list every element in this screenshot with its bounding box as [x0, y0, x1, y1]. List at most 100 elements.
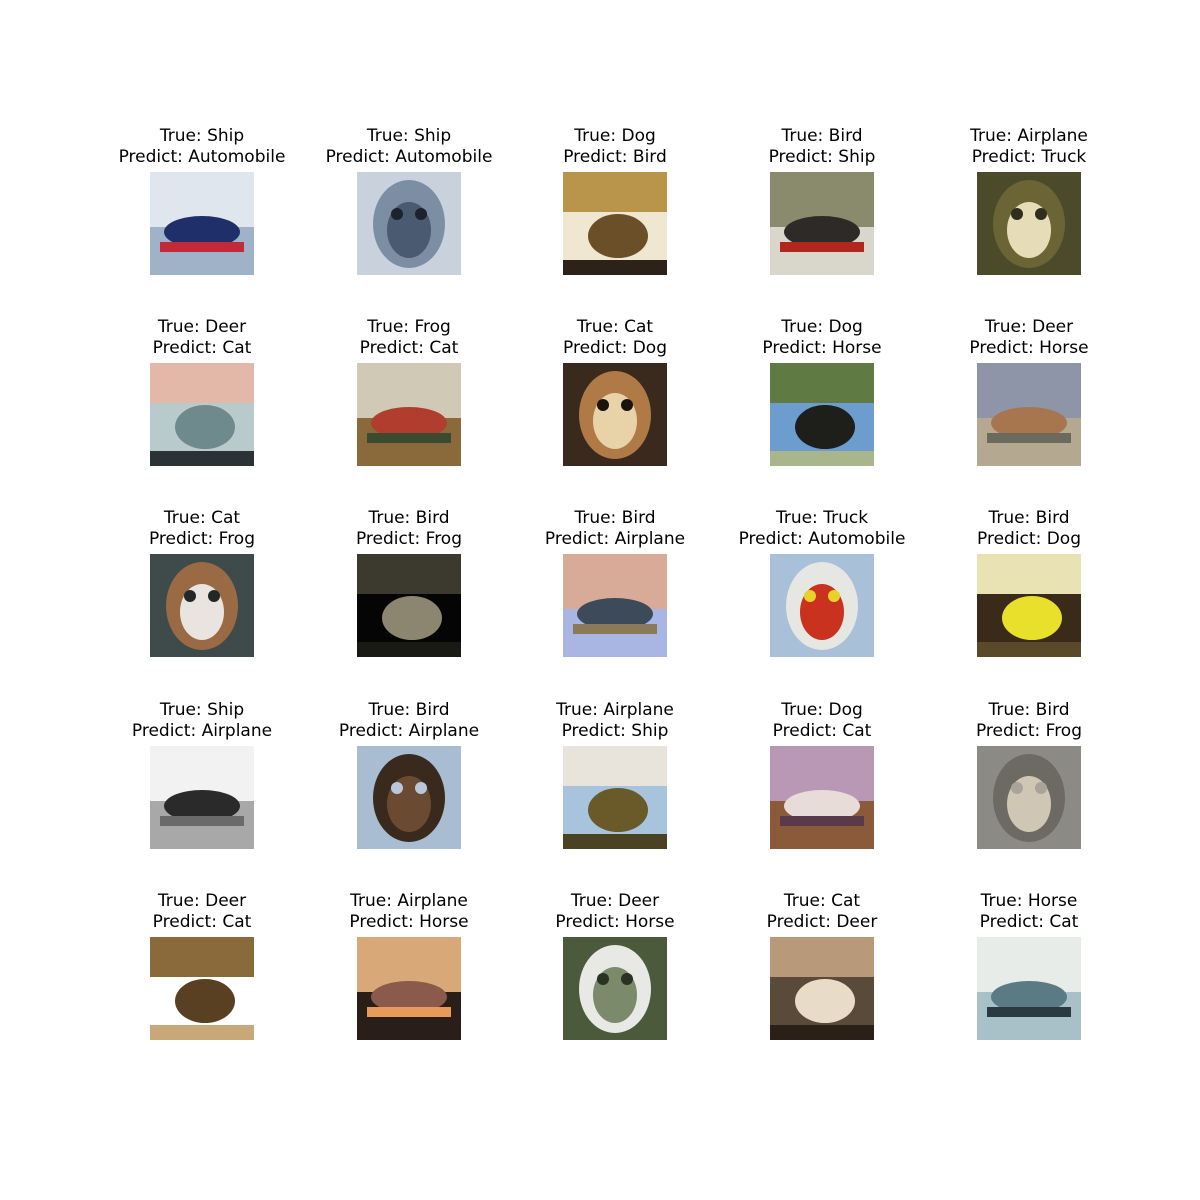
predict-label: Predict: Horse — [555, 912, 675, 932]
cell-caption: True: Deer Predict: Cat — [82, 891, 322, 933]
predict-label: Predict: Horse — [969, 338, 1089, 358]
dog-photo — [563, 172, 667, 275]
bird-photo — [977, 746, 1081, 849]
ship-photo — [357, 172, 461, 275]
true-label: True: Bird — [988, 700, 1070, 720]
predict-label: Predict: Dog — [563, 338, 667, 358]
bird-photo — [563, 554, 667, 657]
true-label: True: Bird — [988, 508, 1070, 528]
true-label: True: Cat — [163, 508, 241, 528]
true-label: True: Dog — [781, 700, 863, 720]
predict-label: Predict: Automobile — [118, 147, 286, 167]
true-label: True: Airplane — [970, 126, 1088, 146]
cat-photo — [770, 937, 874, 1040]
cell-caption: True: Bird Predict: Airplane — [289, 700, 529, 742]
cell-caption: True: Horse Predict: Cat — [909, 891, 1149, 933]
bird-photo — [357, 746, 461, 849]
cell-caption: True: Dog Predict: Cat — [702, 700, 942, 742]
dog-photo — [770, 746, 874, 849]
cell-caption: True: Airplane Predict: Ship — [495, 700, 735, 742]
true-label: True: Deer — [984, 317, 1074, 337]
true-label: True: Bird — [781, 126, 863, 146]
airplane-photo — [563, 746, 667, 849]
predict-label: Predict: Frog — [355, 529, 463, 549]
predict-label: Predict: Cat — [772, 721, 872, 741]
cell-caption: True: Bird Predict: Frog — [909, 700, 1149, 742]
cell-caption: True: Bird Predict: Airplane — [495, 508, 735, 550]
predict-label: Predict: Automobile — [738, 529, 906, 549]
horse-photo — [977, 937, 1081, 1040]
deer-photo — [977, 363, 1081, 466]
predict-label: Predict: Bird — [563, 147, 667, 167]
cat-photo — [563, 363, 667, 466]
predict-label: Predict: Ship — [768, 147, 876, 167]
predict-label: Predict: Cat — [152, 338, 252, 358]
predict-label: Predict: Cat — [152, 912, 252, 932]
cell-caption: True: Dog Predict: Horse — [702, 317, 942, 359]
cat-photo — [150, 554, 254, 657]
ship-photo — [150, 172, 254, 275]
true-label: True: Bird — [368, 508, 450, 528]
true-label: True: Ship — [159, 126, 245, 146]
cell-caption: True: Ship Predict: Automobile — [289, 126, 529, 168]
cell-caption: True: Bird Predict: Dog — [909, 508, 1149, 550]
true-label: True: Horse — [980, 891, 1078, 911]
predict-label: Predict: Dog — [977, 529, 1081, 549]
predict-label: Predict: Ship — [561, 721, 669, 741]
true-label: True: Bird — [368, 700, 450, 720]
predict-label: Predict: Deer — [766, 912, 878, 932]
cell-caption: True: Ship Predict: Airplane — [82, 700, 322, 742]
true-label: True: Airplane — [350, 891, 468, 911]
true-label: True: Cat — [576, 317, 654, 337]
cell-caption: True: Ship Predict: Automobile — [82, 126, 322, 168]
cell-caption: True: Deer Predict: Horse — [909, 317, 1149, 359]
ship-photo — [150, 746, 254, 849]
predict-label: Predict: Airplane — [338, 721, 480, 741]
predict-label: Predict: Horse — [762, 338, 882, 358]
predict-label: Predict: Truck — [971, 147, 1087, 167]
predict-label: Predict: Cat — [359, 338, 459, 358]
airplane-photo — [357, 937, 461, 1040]
cell-caption: True: Bird Predict: Ship — [702, 126, 942, 168]
cell-caption: True: Bird Predict: Frog — [289, 508, 529, 550]
cell-caption: True: Airplane Predict: Horse — [289, 891, 529, 933]
predict-label: Predict: Airplane — [544, 529, 686, 549]
cell-caption: True: Cat Predict: Frog — [82, 508, 322, 550]
cell-caption: True: Deer Predict: Horse — [495, 891, 735, 933]
cell-caption: True: Frog Predict: Cat — [289, 317, 529, 359]
true-label: True: Dog — [781, 317, 863, 337]
predict-label: Predict: Airplane — [131, 721, 273, 741]
cell-caption: True: Dog Predict: Bird — [495, 126, 735, 168]
true-label: True: Ship — [159, 700, 245, 720]
predict-label: Predict: Horse — [349, 912, 469, 932]
true-label: True: Truck — [775, 508, 869, 528]
predict-label: Predict: Automobile — [325, 147, 493, 167]
bird-photo — [357, 554, 461, 657]
deer-photo — [150, 363, 254, 466]
cell-caption: True: Cat Predict: Dog — [495, 317, 735, 359]
true-label: True: Bird — [574, 508, 656, 528]
true-label: True: Deer — [157, 317, 247, 337]
true-label: True: Airplane — [556, 700, 674, 720]
true-label: True: Frog — [367, 317, 451, 337]
predict-label: Predict: Frog — [148, 529, 256, 549]
true-label: True: Deer — [570, 891, 660, 911]
true-label: True: Dog — [574, 126, 656, 146]
cell-caption: True: Cat Predict: Deer — [702, 891, 942, 933]
bird-photo — [770, 172, 874, 275]
cell-caption: True: Truck Predict: Automobile — [702, 508, 942, 550]
truck-photo — [770, 554, 874, 657]
cell-caption: True: Airplane Predict: Truck — [909, 126, 1149, 168]
true-label: True: Ship — [366, 126, 452, 146]
cell-caption: True: Deer Predict: Cat — [82, 317, 322, 359]
deer-photo — [563, 937, 667, 1040]
frog-photo — [357, 363, 461, 466]
predict-label: Predict: Cat — [979, 912, 1079, 932]
dog-photo — [770, 363, 874, 466]
true-label: True: Cat — [783, 891, 861, 911]
deer-photo — [150, 937, 254, 1040]
predict-label: Predict: Frog — [975, 721, 1083, 741]
airplane-photo — [977, 172, 1081, 275]
true-label: True: Deer — [157, 891, 247, 911]
bird-photo — [977, 554, 1081, 657]
